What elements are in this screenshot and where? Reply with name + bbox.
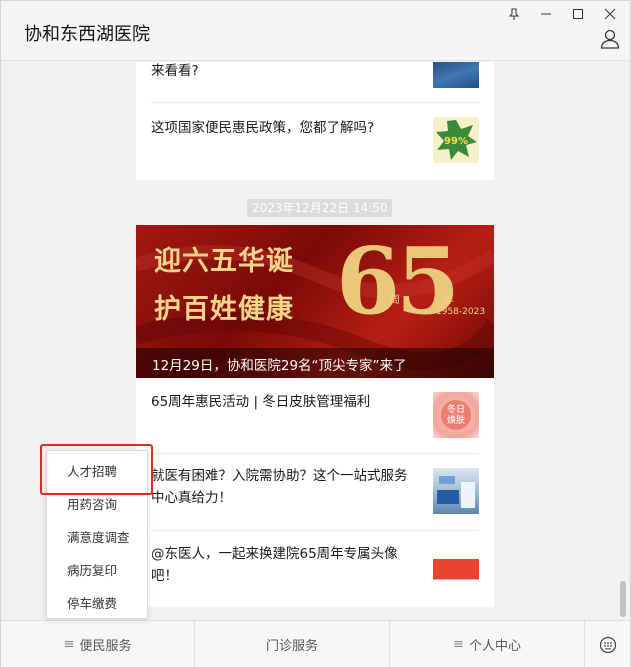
article-thumbnail: [433, 545, 479, 591]
article-title: 就医有困难？入院需协助？这个一站式服务 中心真给力！: [151, 465, 408, 509]
svg-text:99%: 99%: [444, 136, 468, 147]
menu-label: 门诊服务: [265, 639, 318, 654]
pin-icon[interactable]: [498, 3, 530, 25]
title-bar: 协和东西湖医院: [1, 1, 630, 61]
scrollbar-thumb[interactable]: [620, 581, 626, 617]
menu-convenience-services[interactable]: ≡ 便民服务: [1, 621, 195, 667]
banner-years: 1958-2023: [436, 307, 486, 317]
maximize-icon[interactable]: [562, 3, 594, 25]
banner-article[interactable]: 迎六五华诞 护百姓健康 65 周 年 1958-2023 12月29日，协和医院…: [136, 225, 494, 378]
menu-label: 个人中心: [468, 639, 521, 654]
bottom-menu-bar: ≡ 便民服务 门诊服务 ≡ 个人中心: [1, 620, 630, 667]
article-title-line: 中心真给力！: [151, 490, 232, 506]
svg-text:焕肤: 焕肤: [447, 414, 465, 426]
keyboard-icon[interactable]: [585, 621, 630, 667]
app-window: 协和东西湖医院 来看看? 这项国家便民惠民政策，您都了解吗? 99% 2023年…: [0, 0, 631, 667]
article-item[interactable]: @东医人，一起来换建院65周年专属头像 吧！: [151, 531, 479, 607]
article-thumbnail: 99%: [433, 117, 479, 163]
article-title: @东医人，一起来换建院65周年专属头像 吧！: [151, 543, 398, 587]
highlight-box: [40, 444, 153, 495]
article-card: 来看看? 这项国家便民惠民政策，您都了解吗? 99%: [136, 62, 494, 180]
article-title-line: @东医人，一起来换建院65周年专属头像: [151, 546, 398, 562]
article-thumbnail: 冬日 焕肤: [433, 392, 479, 438]
article-item[interactable]: 来看看?: [151, 62, 479, 103]
submenu-item-satisfaction-survey[interactable]: 满意度调查: [47, 521, 147, 554]
article-title: 来看看?: [151, 63, 199, 79]
menu-lines-icon: ≡: [453, 637, 464, 652]
banner-headline-1: 迎六五华诞: [154, 246, 294, 277]
user-icon[interactable]: [600, 29, 620, 49]
menu-label: 便民服务: [79, 639, 132, 654]
article-item[interactable]: 这项国家便民惠民政策，您都了解吗? 99%: [151, 103, 479, 180]
window-title: 协和东西湖医院: [24, 24, 150, 45]
article-item[interactable]: 就医有困难？入院需协助？这个一站式服务 中心真给力！: [151, 454, 479, 531]
message-timestamp: 2023年12月22日 14:50: [247, 199, 393, 217]
banner-headline-2: 护百姓健康: [154, 294, 294, 325]
article-title-line: 就医有困难？入院需协助？这个一站式服务: [151, 468, 408, 484]
banner-caption-text: 12月29日，协和医院29名“顶尖专家”来了: [152, 358, 407, 374]
banner-anniversary-number: 65: [336, 227, 460, 335]
article-item[interactable]: 65周年惠民活动 | 冬日皮肤管理福利 冬日 焕肤: [151, 378, 479, 454]
banner-nian: 年: [444, 295, 454, 306]
menu-personal-center[interactable]: ≡ 个人中心: [390, 621, 585, 667]
window-controls: [498, 3, 626, 25]
svg-text:冬日: 冬日: [447, 403, 465, 415]
submenu-item-record-copy[interactable]: 病历复印: [47, 554, 147, 587]
article-card: 迎六五华诞 护百姓健康 65 周 年 1958-2023 12月29日，协和医院…: [136, 225, 494, 607]
article-thumbnail: [433, 468, 479, 514]
banner-caption: 12月29日，协和医院29名“顶尖专家”来了: [136, 348, 494, 378]
menu-outpatient-services[interactable]: 门诊服务: [195, 621, 390, 667]
close-icon[interactable]: [594, 3, 626, 25]
article-thumbnail: [433, 62, 479, 88]
minimize-icon[interactable]: [530, 3, 562, 25]
menu-lines-icon: ≡: [63, 637, 75, 652]
submenu-item-parking-payment[interactable]: 停车缴费: [47, 587, 147, 620]
article-title-line: 吧！: [151, 568, 178, 584]
banner-zhou: 周: [390, 295, 400, 306]
article-title: 这项国家便民惠民政策，您都了解吗?: [151, 120, 375, 136]
article-title: 65周年惠民活动 | 冬日皮肤管理福利: [151, 394, 371, 410]
